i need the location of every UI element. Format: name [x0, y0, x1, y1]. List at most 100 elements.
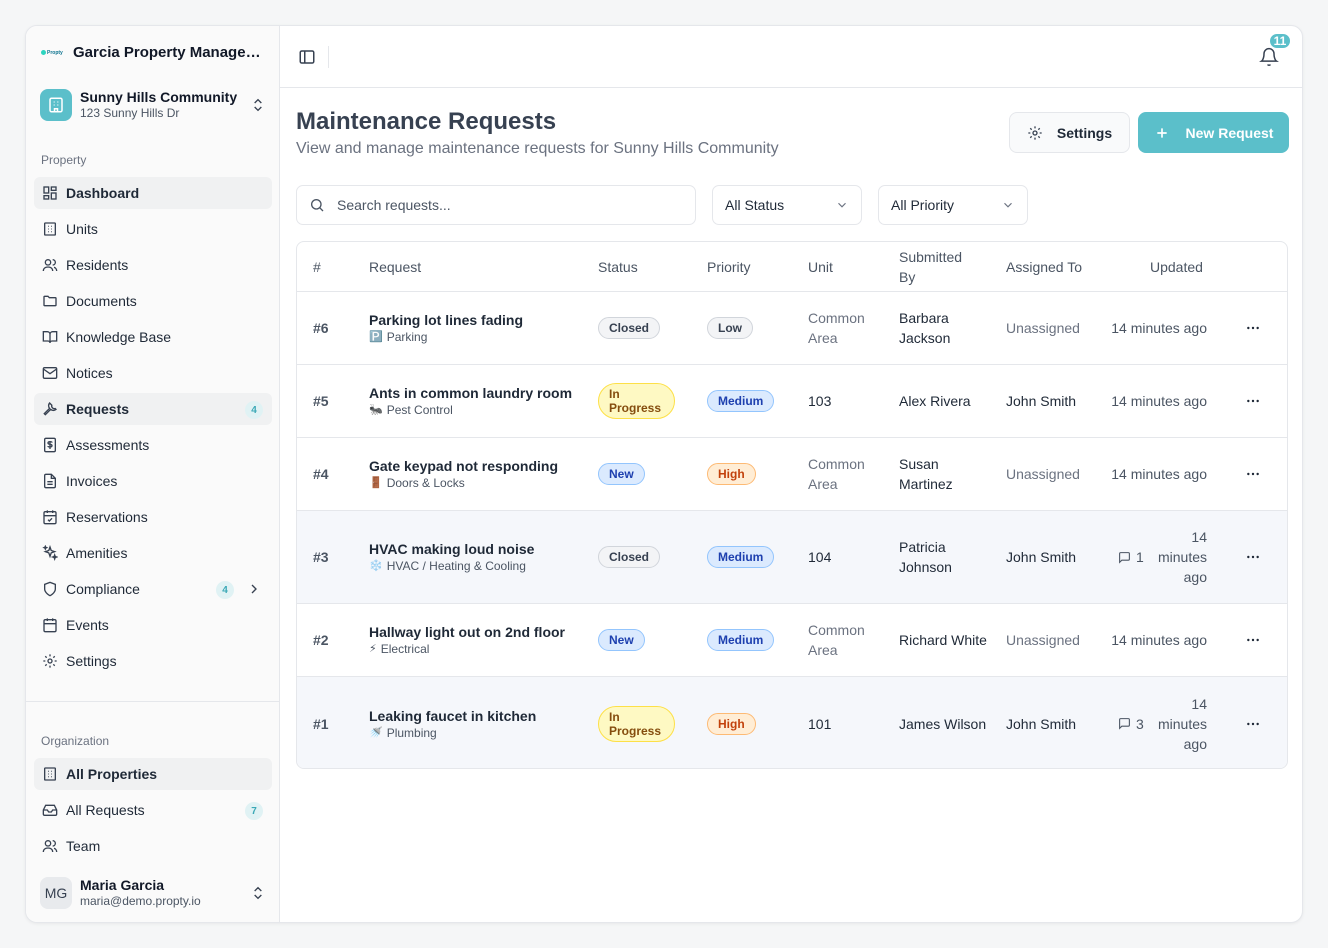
priority-badge: Medium — [707, 629, 775, 651]
sidebar-item-label: Amenities — [66, 545, 128, 561]
property-name: Sunny Hills Community — [80, 89, 238, 105]
more-actions-icon[interactable] — [1245, 365, 1261, 437]
col-request[interactable]: Request — [369, 242, 421, 292]
priority-badge: Low — [707, 317, 753, 339]
sidebar-item-invoices[interactable]: Invoices — [34, 465, 272, 497]
request-category: Plumbing — [386, 725, 437, 740]
table-row[interactable]: #5 Ants in common laundry room 🐜 Pest Con… — [297, 365, 1287, 438]
status-filter-select[interactable]: All Status — [712, 185, 862, 225]
col-status[interactable]: Status — [598, 242, 638, 292]
property-building-icon — [40, 89, 72, 121]
brand-name: Garcia Property Management — [73, 44, 263, 61]
col-assigned-to[interactable]: Assigned To — [1006, 242, 1082, 292]
sidebar-item-label: Assessments — [66, 437, 150, 453]
sidebar-item-notices[interactable]: Notices — [34, 357, 272, 389]
more-actions-icon[interactable] — [1245, 511, 1261, 603]
request-title[interactable]: Leaking faucet in kitchen — [369, 707, 536, 725]
more-actions-icon[interactable] — [1245, 292, 1261, 364]
status-badge: Closed — [598, 317, 661, 339]
col-priority[interactable]: Priority — [707, 242, 751, 292]
more-actions-icon[interactable] — [1245, 438, 1261, 510]
app-window: Propty Garcia Property Management Sunny … — [25, 25, 1303, 923]
calendar-check-icon — [42, 509, 58, 525]
request-title[interactable]: Ants in common laundry room — [369, 384, 572, 402]
building-icon — [42, 766, 58, 782]
col-unit[interactable]: Unit — [808, 242, 833, 292]
assigned-to-cell: Unassigned — [1006, 466, 1080, 482]
sidebar-item-units[interactable]: Units — [34, 213, 272, 245]
request-number: #1 — [313, 715, 329, 732]
status-badge: In Progress — [598, 383, 675, 419]
sidebar-item-settings[interactable]: Settings — [34, 645, 272, 677]
users-icon — [42, 838, 58, 854]
comment-count[interactable]: 1 — [1118, 511, 1144, 603]
requests-table: # Request Status Priority Unit Submitted… — [296, 241, 1288, 769]
sidebar-item-label: Invoices — [66, 473, 118, 489]
sidebar-item-team[interactable]: Team — [34, 830, 272, 862]
request-number: #5 — [313, 393, 329, 409]
sidebar-item-residents[interactable]: Residents — [34, 249, 272, 281]
table-header: # Request Status Priority Unit Submitted… — [297, 242, 1287, 292]
users-icon — [42, 257, 58, 273]
sidebar-item-label: Team — [66, 838, 101, 854]
request-title[interactable]: Parking lot lines fading — [369, 311, 523, 329]
sidebar-item-label: Notices — [66, 365, 113, 381]
priority-filter-select[interactable]: All Priority — [878, 185, 1028, 225]
table-row[interactable]: #1 Leaking faucet in kitchen 🚿 Plumbing I… — [297, 677, 1287, 768]
sidebar-toggle-icon[interactable] — [297, 48, 317, 66]
table-row[interactable]: #4 Gate keypad not responding 🚪 Doors & L… — [297, 438, 1287, 511]
col-updated[interactable]: Updated — [1150, 242, 1203, 292]
file-icon — [42, 473, 58, 489]
sidebar-item-all-properties[interactable]: All Properties — [34, 758, 272, 790]
search-input[interactable] — [337, 197, 667, 213]
more-actions-icon[interactable] — [1245, 677, 1261, 768]
comment-count-value: 1 — [1136, 549, 1144, 565]
sidebar-item-reservations[interactable]: Reservations — [34, 501, 272, 533]
property-nav: Dashboard Units Residents Documents Know… — [34, 177, 272, 681]
table-row[interactable]: #6 Parking lot lines fading 🅿️ Parking Cl… — [297, 292, 1287, 365]
new-request-button[interactable]: New Request — [1138, 112, 1289, 153]
sidebar-item-all-requests[interactable]: All Requests 7 — [34, 794, 272, 826]
bell-icon[interactable] — [1259, 47, 1279, 67]
main-content: 11 Maintenance Requests View and manage … — [280, 26, 1302, 922]
lightning-icon: ⚡ — [369, 643, 377, 655]
user-name: Maria Garcia — [80, 877, 165, 893]
priority-badge: High — [707, 463, 756, 485]
col-submitted-by[interactable]: Submitted By — [899, 242, 979, 292]
table-row[interactable]: #3 HVAC making loud noise ❄️ HVAC / Heati… — [297, 511, 1287, 604]
new-request-button-label: New Request — [1185, 124, 1274, 141]
inbox-icon — [42, 802, 58, 818]
sidebar-item-knowledge-base[interactable]: Knowledge Base — [34, 321, 272, 353]
plus-icon — [1156, 127, 1167, 138]
table-row[interactable]: #2 Hallway light out on 2nd floor ⚡ Elect… — [297, 604, 1287, 677]
brand[interactable]: Propty Garcia Property Management — [41, 44, 263, 61]
sidebar-item-assessments[interactable]: Assessments — [34, 429, 272, 461]
sidebar-item-amenities[interactable]: Amenities — [34, 537, 272, 569]
sidebar-item-label: Settings — [66, 653, 117, 669]
chevron-right-icon[interactable] — [246, 581, 262, 597]
settings-button[interactable]: Settings — [1009, 112, 1130, 153]
unit-cell: 101 — [808, 715, 832, 732]
sidebar-item-label: Requests — [66, 401, 130, 417]
more-actions-icon[interactable] — [1245, 604, 1261, 676]
request-title[interactable]: Hallway light out on 2nd floor — [369, 623, 565, 641]
priority-badge: High — [707, 712, 756, 735]
property-switcher[interactable]: Sunny Hills Community 123 Sunny Hills Dr — [40, 88, 266, 122]
request-title[interactable]: Gate keypad not responding — [369, 457, 558, 475]
sidebar-item-events[interactable]: Events — [34, 609, 272, 641]
search-box[interactable] — [296, 185, 696, 225]
unit-cell: Common Area — [808, 310, 865, 346]
user-menu[interactable]: MG Maria Garcia maria@demo.propty.io — [40, 876, 266, 910]
request-category: Doors & Locks — [386, 476, 465, 490]
sidebar-item-documents[interactable]: Documents — [34, 285, 272, 317]
sidebar-item-dashboard[interactable]: Dashboard — [34, 177, 272, 209]
sidebar-item-compliance[interactable]: Compliance 4 — [34, 573, 272, 605]
submitted-by-cell: Barbara Jackson — [899, 310, 951, 346]
wrench-icon — [42, 401, 58, 417]
comment-count[interactable]: 3 — [1118, 677, 1144, 768]
page-title: Maintenance Requests — [296, 108, 557, 135]
notification-count-badge: 11 — [1268, 32, 1292, 50]
sidebar-item-requests[interactable]: Requests 4 — [34, 393, 272, 425]
col-number[interactable]: # — [313, 242, 321, 292]
request-title[interactable]: HVAC making loud noise — [369, 540, 534, 558]
